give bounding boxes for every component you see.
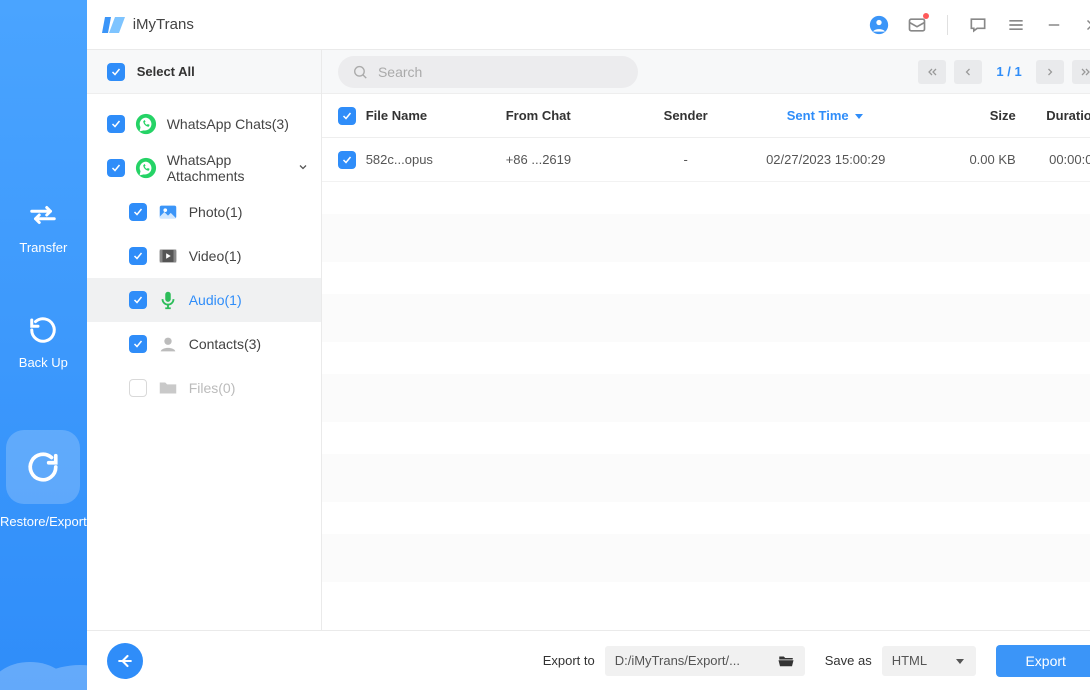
tree-video[interactable]: Video(1): [87, 234, 321, 278]
pager-last[interactable]: [1072, 60, 1090, 84]
search-input[interactable]: [378, 64, 624, 80]
photo-icon: [157, 201, 179, 223]
col-dur[interactable]: Duration: [1016, 108, 1090, 123]
checkbox-all-rows[interactable]: [338, 107, 356, 125]
chevron-down-icon: [954, 655, 966, 667]
cell-sender: -: [636, 152, 736, 167]
back-button[interactable]: [107, 643, 143, 679]
checkbox[interactable]: [107, 115, 125, 133]
sort-desc-icon: [853, 110, 865, 122]
cell-from: +86 ...2619: [506, 152, 636, 167]
col-sender[interactable]: Sender: [636, 108, 736, 123]
whatsapp-icon: [135, 157, 157, 179]
checkbox[interactable]: [129, 247, 147, 265]
tree-label: Photo(1): [189, 204, 243, 220]
pager: 1 / 1: [918, 60, 1090, 84]
table-header: File Name From Chat Sender Sent Time Siz…: [322, 94, 1090, 138]
logo-icon: [101, 13, 125, 37]
export-path-box[interactable]: D:/iMyTrans/Export/...: [605, 646, 805, 676]
tree-photo[interactable]: Photo(1): [87, 190, 321, 234]
whatsapp-icon: [135, 113, 157, 135]
backup-icon: [28, 315, 58, 345]
col-from[interactable]: From Chat: [506, 108, 636, 123]
cell-sent: 02/27/2023 15:00:29: [736, 152, 916, 167]
footer: Export to D:/iMyTrans/Export/... Save as…: [87, 630, 1090, 690]
format-value: HTML: [892, 653, 927, 668]
checkbox[interactable]: [129, 291, 147, 309]
empty-stripe: [322, 454, 1090, 502]
tree-files[interactable]: Files(0): [87, 366, 321, 410]
checkbox[interactable]: [107, 159, 125, 177]
app-title: iMyTrans: [133, 16, 194, 33]
cell-dur: 00:00:02: [1016, 152, 1090, 167]
folder-open-icon: [777, 652, 795, 670]
rail-backup-label: Back Up: [19, 355, 68, 370]
tree-label: Audio(1): [189, 292, 242, 308]
account-icon[interactable]: [869, 15, 889, 35]
export-button[interactable]: Export: [996, 645, 1090, 677]
checkbox-row[interactable]: [338, 151, 356, 169]
empty-stripe: [322, 214, 1090, 262]
col-sent[interactable]: Sent Time: [736, 108, 916, 123]
tree-label: Video(1): [189, 248, 242, 264]
pager-next[interactable]: [1036, 60, 1064, 84]
left-rail: Transfer Back Up Restore/Export: [0, 0, 87, 690]
tree-label: Files(0): [189, 380, 236, 396]
tree-whatsapp-attachments[interactable]: WhatsApp Attachments: [87, 146, 321, 190]
tree-pane: Select All WhatsApp Chats(3) WhatsApp At…: [87, 50, 322, 630]
format-select[interactable]: HTML: [882, 646, 976, 676]
pager-label: 1 / 1: [990, 64, 1027, 79]
cell-file: 582c...opus: [366, 152, 506, 167]
export-to-field: Export to D:/iMyTrans/Export/...: [543, 646, 805, 676]
checkbox[interactable]: [129, 203, 147, 221]
col-sent-label: Sent Time: [787, 108, 849, 123]
rail-restore-label: Restore/Export: [0, 514, 87, 529]
col-file[interactable]: File Name: [366, 108, 506, 123]
empty-stripe: [322, 534, 1090, 582]
contacts-icon: [157, 333, 179, 355]
checkbox-select-all[interactable]: [107, 63, 125, 81]
transfer-icon: [28, 200, 58, 230]
empty-stripe: [322, 374, 1090, 422]
audio-icon: [157, 289, 179, 311]
chevron-down-icon[interactable]: [297, 160, 309, 176]
rail-restore[interactable]: Restore/Export: [0, 430, 87, 529]
export-path: D:/iMyTrans/Export/...: [615, 653, 740, 668]
tree-label: Contacts(3): [189, 336, 261, 352]
save-as-label: Save as: [825, 653, 872, 668]
cell-size: 0.00 KB: [916, 152, 1016, 167]
rail-transfer-label: Transfer: [19, 240, 67, 255]
col-size[interactable]: Size: [916, 108, 1016, 123]
tree-contacts[interactable]: Contacts(3): [87, 322, 321, 366]
rail-backup[interactable]: Back Up: [0, 315, 87, 370]
pager-first[interactable]: [918, 60, 946, 84]
tree-label: WhatsApp Chats(3): [167, 116, 289, 132]
search-icon: [352, 63, 368, 81]
tree-label: WhatsApp Attachments: [167, 152, 287, 184]
checkbox[interactable]: [129, 335, 147, 353]
pager-prev[interactable]: [954, 60, 982, 84]
select-all-label: Select All: [137, 64, 195, 79]
rail-transfer[interactable]: Transfer: [0, 200, 87, 255]
inbox-icon[interactable]: [907, 15, 927, 35]
tree-select-all[interactable]: Select All: [87, 50, 321, 94]
table-row[interactable]: 582c...opus +86 ...2619 - 02/27/2023 15:…: [322, 138, 1090, 182]
content-pane: 1 / 1 File Name From Chat Sender: [322, 50, 1090, 630]
titlebar: iMyTrans: [87, 0, 1090, 50]
tree-audio[interactable]: Audio(1): [87, 278, 321, 322]
export-to-label: Export to: [543, 653, 595, 668]
search-box[interactable]: [338, 56, 638, 88]
save-as-field: Save as HTML: [825, 646, 976, 676]
table-body: 582c...opus +86 ...2619 - 02/27/2023 15:…: [322, 138, 1090, 630]
video-icon: [157, 245, 179, 267]
close-icon[interactable]: [1082, 15, 1090, 35]
tree-whatsapp-chats[interactable]: WhatsApp Chats(3): [87, 102, 321, 146]
folder-icon: [157, 377, 179, 399]
menu-icon[interactable]: [1006, 15, 1026, 35]
checkbox[interactable]: [129, 379, 147, 397]
feedback-icon[interactable]: [968, 15, 988, 35]
minimize-icon[interactable]: [1044, 15, 1064, 35]
empty-stripe: [322, 294, 1090, 342]
app-logo: iMyTrans: [101, 13, 194, 37]
